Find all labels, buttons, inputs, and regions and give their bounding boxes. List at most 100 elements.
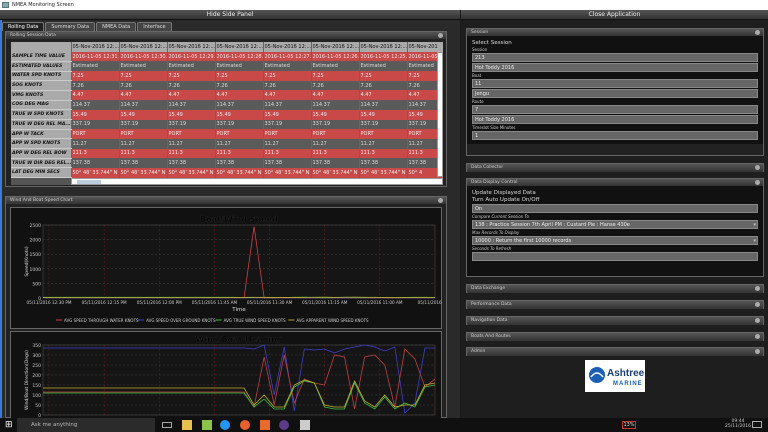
table-cell[interactable]: 15.49 xyxy=(263,109,312,120)
table-cell[interactable]: 137.38 xyxy=(167,158,216,168)
table-cell[interactable]: 2016-11-05 12:30... xyxy=(119,51,168,62)
table-cell[interactable]: 337.19 xyxy=(167,119,216,130)
table-cell[interactable]: Estimated xyxy=(311,61,360,72)
route-id-field[interactable]: 7 xyxy=(472,105,758,114)
table-cell[interactable]: 11.27 xyxy=(119,138,168,149)
collapse-icon[interactable] xyxy=(438,33,443,38)
table-cell[interactable]: 7.26 xyxy=(119,80,168,91)
notifications-icon[interactable] xyxy=(752,421,762,428)
table-cell[interactable]: 15.49 xyxy=(215,109,264,120)
table-cell[interactable]: 2016-11-05 12:31... xyxy=(71,51,120,62)
table-cell[interactable]: 111.3 xyxy=(167,148,216,159)
expand-icon[interactable] xyxy=(755,349,760,354)
search-box[interactable]: Ask me anything xyxy=(17,418,155,432)
table-cell[interactable]: 4.47 xyxy=(71,90,120,101)
table-cell[interactable]: 15.49 xyxy=(311,109,360,120)
table-cell[interactable]: Estimated xyxy=(215,61,264,72)
battery-indicator[interactable]: 13% xyxy=(622,421,636,429)
expand-icon[interactable] xyxy=(755,334,760,339)
table-cell[interactable]: 7.25 xyxy=(263,71,312,81)
refresh-seconds-field[interactable] xyxy=(472,252,758,261)
table-cell[interactable]: 2016-11-05 12:27... xyxy=(263,51,312,62)
table-cell[interactable]: 15.49 xyxy=(359,109,408,120)
table-cell[interactable]: 111.3 xyxy=(71,148,120,159)
column-header[interactable]: 05-Nov-2016 12:... xyxy=(167,42,216,52)
table-cell[interactable]: 111.3 xyxy=(359,148,408,159)
table-cell[interactable]: 114.37 xyxy=(263,100,312,110)
expand-icon[interactable] xyxy=(755,302,760,307)
app-icon[interactable] xyxy=(220,420,230,430)
table-cell[interactable]: 7.25 xyxy=(167,71,216,81)
table-cell[interactable]: 337.19 xyxy=(311,119,360,130)
column-header[interactable]: 05-Nov-2016 12:... xyxy=(311,42,360,52)
table-cell[interactable]: 7.26 xyxy=(215,80,264,91)
collapse-icon[interactable] xyxy=(755,30,760,35)
table-cell[interactable]: 114.37 xyxy=(71,100,120,110)
expand-icon[interactable] xyxy=(755,318,760,323)
table-cell[interactable]: 7.25 xyxy=(311,71,360,81)
table-cell[interactable]: 7.26 xyxy=(71,80,120,91)
table-cell[interactable]: 15.49 xyxy=(119,109,168,120)
column-header[interactable]: 05-Nov-2016 12:... xyxy=(215,42,264,52)
clock[interactable]: 09:44 25/11/2016 xyxy=(725,419,751,429)
table-cell[interactable]: 50° 48' 33.744" N xyxy=(167,167,216,178)
table-cell[interactable]: 15.49 xyxy=(71,109,120,120)
table-cell[interactable]: 11.27 xyxy=(71,138,120,149)
table-cell[interactable]: 50° 48' 33.744" N xyxy=(311,167,360,178)
session-name-field[interactable]: Hot Toddy 2016 xyxy=(472,63,758,72)
data-exchange-panel[interactable]: Data Exchange xyxy=(466,284,764,293)
table-cell[interactable]: 4.47 xyxy=(119,90,168,101)
expand-icon[interactable] xyxy=(755,165,760,170)
vertical-scrollbar[interactable] xyxy=(437,52,443,177)
table-cell[interactable]: 137.38 xyxy=(263,158,312,168)
boat-name-field[interactable]: Jengu xyxy=(472,89,758,98)
table-cell[interactable]: Estimated xyxy=(263,61,312,72)
table-cell[interactable]: 7.25 xyxy=(119,71,168,81)
table-cell[interactable]: 4.47 xyxy=(263,90,312,101)
table-cell[interactable]: 337.19 xyxy=(263,119,312,130)
table-cell[interactable]: PORT xyxy=(167,129,216,139)
table-cell[interactable]: 4.47 xyxy=(167,90,216,101)
table-cell[interactable]: 50° 48' 33.744" N xyxy=(215,167,264,178)
task-view-icon[interactable] xyxy=(162,422,172,428)
boats-and-routes-panel[interactable]: Boats And Routes xyxy=(466,332,764,341)
table-cell[interactable]: 11.27 xyxy=(263,138,312,149)
table-cell[interactable]: 114.37 xyxy=(167,100,216,110)
table-cell[interactable]: 11.27 xyxy=(215,138,264,149)
column-header[interactable]: 05-Nov-2016 12:... xyxy=(359,42,408,52)
table-cell[interactable]: PORT xyxy=(311,129,360,139)
table-cell[interactable]: 111.3 xyxy=(311,148,360,159)
firefox-icon[interactable] xyxy=(240,420,250,430)
boat-id-field[interactable]: 11 xyxy=(472,79,758,88)
table-cell[interactable]: 50° 48' 33.744" N xyxy=(119,167,168,178)
column-header[interactable]: 05-Nov-2016 12:... xyxy=(119,42,168,52)
table-cell[interactable]: 7.25 xyxy=(359,71,408,81)
table-cell[interactable]: 2016-11-05 12:26... xyxy=(311,51,360,62)
admin-panel[interactable]: Admin xyxy=(466,347,764,356)
session-id-field[interactable]: 213 xyxy=(472,53,758,62)
tab-rolling-data[interactable]: Rolling Data xyxy=(2,22,45,31)
table-cell[interactable]: 137.38 xyxy=(311,158,360,168)
table-cell[interactable]: Estimated xyxy=(167,61,216,72)
navigation-data-panel[interactable]: Navigation Data xyxy=(466,316,764,325)
table-cell[interactable]: 7.26 xyxy=(359,80,408,91)
table-cell[interactable]: 11.27 xyxy=(167,138,216,149)
table-cell[interactable]: 11.27 xyxy=(359,138,408,149)
java-app-icon[interactable] xyxy=(300,420,310,430)
horizontal-scrollbar[interactable] xyxy=(71,178,443,185)
table-cell[interactable]: 2016-11-05 12:25... xyxy=(359,51,408,62)
table-cell[interactable]: 7.26 xyxy=(167,80,216,91)
table-cell[interactable]: 137.38 xyxy=(119,158,168,168)
table-cell[interactable]: 7.25 xyxy=(215,71,264,81)
table-cell[interactable]: 137.38 xyxy=(215,158,264,168)
table-cell[interactable]: 4.47 xyxy=(359,90,408,101)
table-cell[interactable]: 114.37 xyxy=(215,100,264,110)
table-cell[interactable]: 111.3 xyxy=(263,148,312,159)
performance-data-panel[interactable]: Performance Data xyxy=(466,300,764,309)
table-cell[interactable]: 137.38 xyxy=(359,158,408,168)
table-cell[interactable]: 50° 48' 33.744" N xyxy=(71,167,120,178)
table-cell[interactable]: PORT xyxy=(215,129,264,139)
table-cell[interactable]: PORT xyxy=(119,129,168,139)
eclipse-icon[interactable] xyxy=(279,420,289,430)
collapse-icon[interactable] xyxy=(438,198,443,203)
